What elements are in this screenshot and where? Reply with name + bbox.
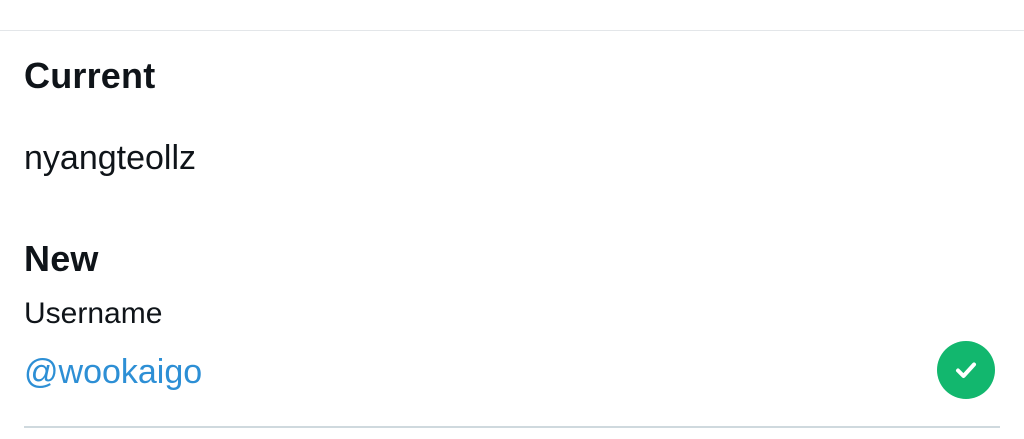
- change-username-page: Current nyangteollz New Username: [0, 0, 1024, 439]
- current-username: nyangteollz: [24, 139, 197, 177]
- username-field-underline: [24, 426, 1000, 428]
- new-heading: New: [24, 238, 99, 279]
- username-input[interactable]: [24, 350, 904, 394]
- username-field[interactable]: Username: [0, 290, 1024, 439]
- check-circle-icon: [937, 341, 995, 399]
- current-heading: Current: [24, 55, 156, 96]
- checkmark-icon: [956, 362, 976, 378]
- top-divider: [0, 30, 1024, 31]
- username-field-label: Username: [24, 297, 163, 330]
